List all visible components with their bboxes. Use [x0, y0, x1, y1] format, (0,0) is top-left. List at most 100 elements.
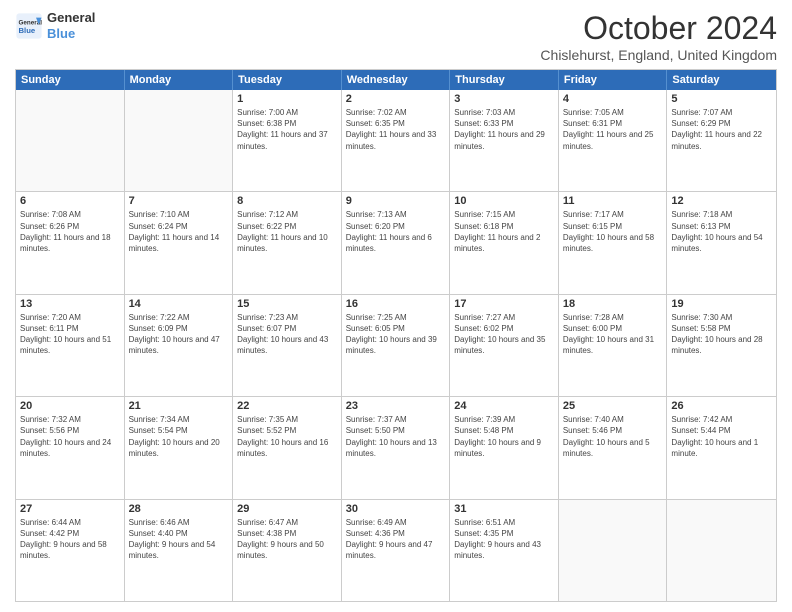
day-number: 24: [454, 400, 554, 412]
day-number: 8: [237, 195, 337, 207]
header-day-wednesday: Wednesday: [342, 70, 451, 90]
calendar-cell: 7 Sunrise: 7:10 AMSunset: 6:24 PMDaylight…: [125, 192, 234, 293]
day-info: Sunrise: 7:42 AMSunset: 5:44 PMDaylight:…: [671, 414, 772, 459]
day-info: Sunrise: 7:03 AMSunset: 6:33 PMDaylight:…: [454, 107, 554, 152]
logo-line2: Blue: [47, 26, 95, 42]
day-number: 19: [671, 298, 772, 310]
week-row-1: 1 Sunrise: 7:00 AMSunset: 6:38 PMDaylight…: [16, 90, 776, 191]
day-number: 21: [129, 400, 229, 412]
day-number: 5: [671, 93, 772, 105]
calendar-cell: 4 Sunrise: 7:05 AMSunset: 6:31 PMDaylight…: [559, 90, 668, 191]
calendar-cell: 8Sunrise: 7:12 AMSunset: 6:22 PMDaylight…: [233, 192, 342, 293]
calendar-cell: 28 Sunrise: 6:46 AMSunset: 4:40 PMDayligh…: [125, 500, 234, 601]
day-info: Sunrise: 7:13 AMSunset: 6:20 PMDaylight:…: [346, 209, 446, 254]
day-number: 9: [346, 195, 446, 207]
day-number: 12: [671, 195, 772, 207]
day-number: 23: [346, 400, 446, 412]
week-row-5: 27Sunrise: 6:44 AMSunset: 4:42 PMDayligh…: [16, 499, 776, 601]
day-number: 16: [346, 298, 446, 310]
day-info: Sunrise: 6:49 AMSunset: 4:36 PMDaylight:…: [346, 517, 446, 562]
calendar-cell: 22 Sunrise: 7:35 AMSunset: 5:52 PMDayligh…: [233, 397, 342, 498]
day-info: Sunrise: 6:51 AMSunset: 4:35 PMDaylight:…: [454, 517, 554, 562]
day-info: Sunrise: 7:07 AMSunset: 6:29 PMDaylight:…: [671, 107, 772, 152]
calendar-cell: 17Sunrise: 7:27 AMSunset: 6:02 PMDayligh…: [450, 295, 559, 396]
calendar-cell: 27Sunrise: 6:44 AMSunset: 4:42 PMDayligh…: [16, 500, 125, 601]
day-number: 10: [454, 195, 554, 207]
day-info: Sunrise: 7:22 AMSunset: 6:09 PMDaylight:…: [129, 312, 229, 357]
day-info: Sunrise: 7:10 AMSunset: 6:24 PMDaylight:…: [129, 209, 229, 254]
day-number: 11: [563, 195, 663, 207]
calendar-cell: 5 Sunrise: 7:07 AMSunset: 6:29 PMDaylight…: [667, 90, 776, 191]
calendar-body: 1 Sunrise: 7:00 AMSunset: 6:38 PMDaylight…: [16, 90, 776, 601]
header-day-tuesday: Tuesday: [233, 70, 342, 90]
calendar-header: SundayMondayTuesdayWednesdayThursdayFrid…: [16, 70, 776, 90]
day-number: 2: [346, 93, 446, 105]
header-day-saturday: Saturday: [667, 70, 776, 90]
day-number: 28: [129, 503, 229, 515]
calendar-cell: 19 Sunrise: 7:30 AMSunset: 5:58 PMDayligh…: [667, 295, 776, 396]
calendar-cell: 30 Sunrise: 6:49 AMSunset: 4:36 PMDayligh…: [342, 500, 451, 601]
day-number: 25: [563, 400, 663, 412]
day-number: 6: [20, 195, 120, 207]
header-day-monday: Monday: [125, 70, 234, 90]
day-info: Sunrise: 7:27 AMSunset: 6:02 PMDaylight:…: [454, 312, 554, 357]
day-number: 4: [563, 93, 663, 105]
calendar-cell: 10 Sunrise: 7:15 AMSunset: 6:18 PMDayligh…: [450, 192, 559, 293]
day-number: 31: [454, 503, 554, 515]
calendar-cell: 3 Sunrise: 7:03 AMSunset: 6:33 PMDaylight…: [450, 90, 559, 191]
calendar-cell: 24 Sunrise: 7:39 AMSunset: 5:48 PMDayligh…: [450, 397, 559, 498]
day-info: Sunrise: 7:00 AMSunset: 6:38 PMDaylight:…: [237, 107, 337, 152]
calendar-cell: [16, 90, 125, 191]
day-info: Sunrise: 6:46 AMSunset: 4:40 PMDaylight:…: [129, 517, 229, 562]
day-info: Sunrise: 7:25 AMSunset: 6:05 PMDaylight:…: [346, 312, 446, 357]
calendar-cell: 29Sunrise: 6:47 AMSunset: 4:38 PMDayligh…: [233, 500, 342, 601]
logo-line1: General: [47, 10, 95, 26]
calendar-cell: 26 Sunrise: 7:42 AMSunset: 5:44 PMDayligh…: [667, 397, 776, 498]
location: Chislehurst, England, United Kingdom: [540, 47, 777, 63]
week-row-2: 6 Sunrise: 7:08 AMSunset: 6:26 PMDaylight…: [16, 191, 776, 293]
calendar-cell: [559, 500, 668, 601]
day-info: Sunrise: 7:30 AMSunset: 5:58 PMDaylight:…: [671, 312, 772, 357]
day-info: Sunrise: 7:15 AMSunset: 6:18 PMDaylight:…: [454, 209, 554, 254]
calendar-cell: 21Sunrise: 7:34 AMSunset: 5:54 PMDayligh…: [125, 397, 234, 498]
day-number: 1: [237, 93, 337, 105]
day-number: 3: [454, 93, 554, 105]
day-number: 7: [129, 195, 229, 207]
day-info: Sunrise: 7:05 AMSunset: 6:31 PMDaylight:…: [563, 107, 663, 152]
calendar-cell: 6 Sunrise: 7:08 AMSunset: 6:26 PMDaylight…: [16, 192, 125, 293]
calendar-cell: 9 Sunrise: 7:13 AMSunset: 6:20 PMDaylight…: [342, 192, 451, 293]
day-info: Sunrise: 7:02 AMSunset: 6:35 PMDaylight:…: [346, 107, 446, 152]
week-row-4: 20 Sunrise: 7:32 AMSunset: 5:56 PMDayligh…: [16, 396, 776, 498]
day-number: 13: [20, 298, 120, 310]
day-number: 22: [237, 400, 337, 412]
logo-icon: General Blue: [15, 12, 43, 40]
calendar-cell: 16 Sunrise: 7:25 AMSunset: 6:05 PMDayligh…: [342, 295, 451, 396]
day-info: Sunrise: 7:23 AMSunset: 6:07 PMDaylight:…: [237, 312, 337, 357]
day-info: Sunrise: 7:39 AMSunset: 5:48 PMDaylight:…: [454, 414, 554, 459]
day-info: Sunrise: 7:28 AMSunset: 6:00 PMDaylight:…: [563, 312, 663, 357]
day-info: Sunrise: 7:35 AMSunset: 5:52 PMDaylight:…: [237, 414, 337, 459]
svg-text:Blue: Blue: [19, 26, 36, 35]
day-info: Sunrise: 7:37 AMSunset: 5:50 PMDaylight:…: [346, 414, 446, 459]
day-info: Sunrise: 7:20 AMSunset: 6:11 PMDaylight:…: [20, 312, 120, 357]
calendar-cell: 20 Sunrise: 7:32 AMSunset: 5:56 PMDayligh…: [16, 397, 125, 498]
day-number: 30: [346, 503, 446, 515]
day-info: Sunrise: 7:17 AMSunset: 6:15 PMDaylight:…: [563, 209, 663, 254]
day-number: 26: [671, 400, 772, 412]
header-day-friday: Friday: [559, 70, 668, 90]
day-info: Sunrise: 7:40 AMSunset: 5:46 PMDaylight:…: [563, 414, 663, 459]
day-info: Sunrise: 7:18 AMSunset: 6:13 PMDaylight:…: [671, 209, 772, 254]
calendar-cell: 23 Sunrise: 7:37 AMSunset: 5:50 PMDayligh…: [342, 397, 451, 498]
logo: General Blue General Blue: [15, 10, 95, 41]
calendar-cell: 2 Sunrise: 7:02 AMSunset: 6:35 PMDaylight…: [342, 90, 451, 191]
calendar-cell: 13 Sunrise: 7:20 AMSunset: 6:11 PMDayligh…: [16, 295, 125, 396]
day-number: 20: [20, 400, 120, 412]
page-header: General Blue General Blue October 2024 C…: [15, 10, 777, 63]
day-info: Sunrise: 7:08 AMSunset: 6:26 PMDaylight:…: [20, 209, 120, 254]
calendar-cell: 14Sunrise: 7:22 AMSunset: 6:09 PMDayligh…: [125, 295, 234, 396]
calendar-cell: 25 Sunrise: 7:40 AMSunset: 5:46 PMDayligh…: [559, 397, 668, 498]
calendar-cell: 15Sunrise: 7:23 AMSunset: 6:07 PMDayligh…: [233, 295, 342, 396]
month-title: October 2024: [540, 10, 777, 47]
day-info: Sunrise: 7:32 AMSunset: 5:56 PMDaylight:…: [20, 414, 120, 459]
title-block: October 2024 Chislehurst, England, Unite…: [540, 10, 777, 63]
